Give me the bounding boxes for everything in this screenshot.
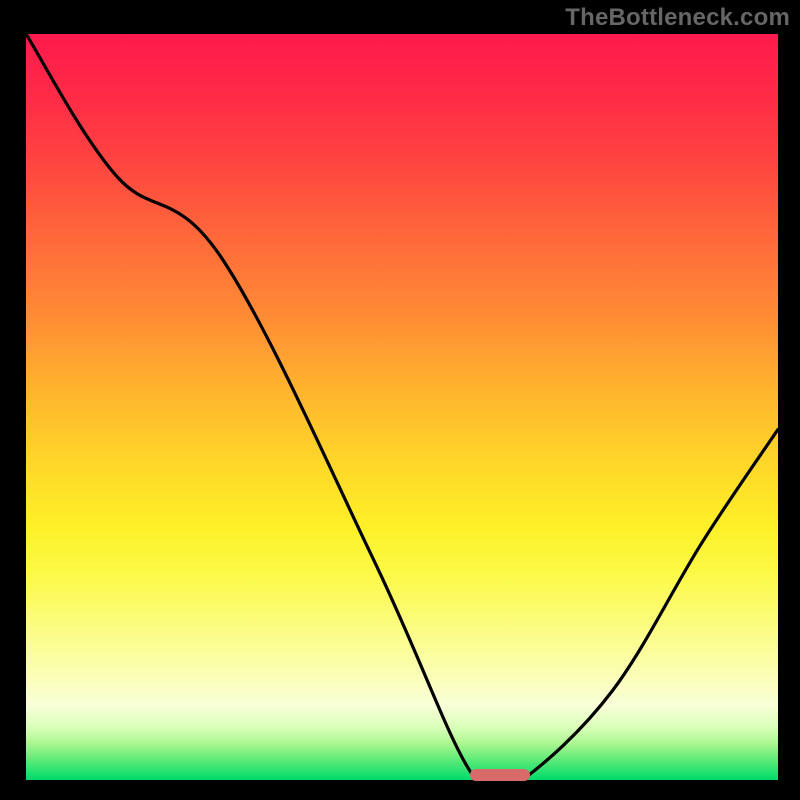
optimal-range-marker — [470, 769, 530, 781]
chart-plot-area — [26, 34, 778, 780]
curve-path — [26, 34, 778, 780]
watermark-text: TheBottleneck.com — [565, 4, 790, 32]
bottleneck-curve — [26, 34, 778, 780]
